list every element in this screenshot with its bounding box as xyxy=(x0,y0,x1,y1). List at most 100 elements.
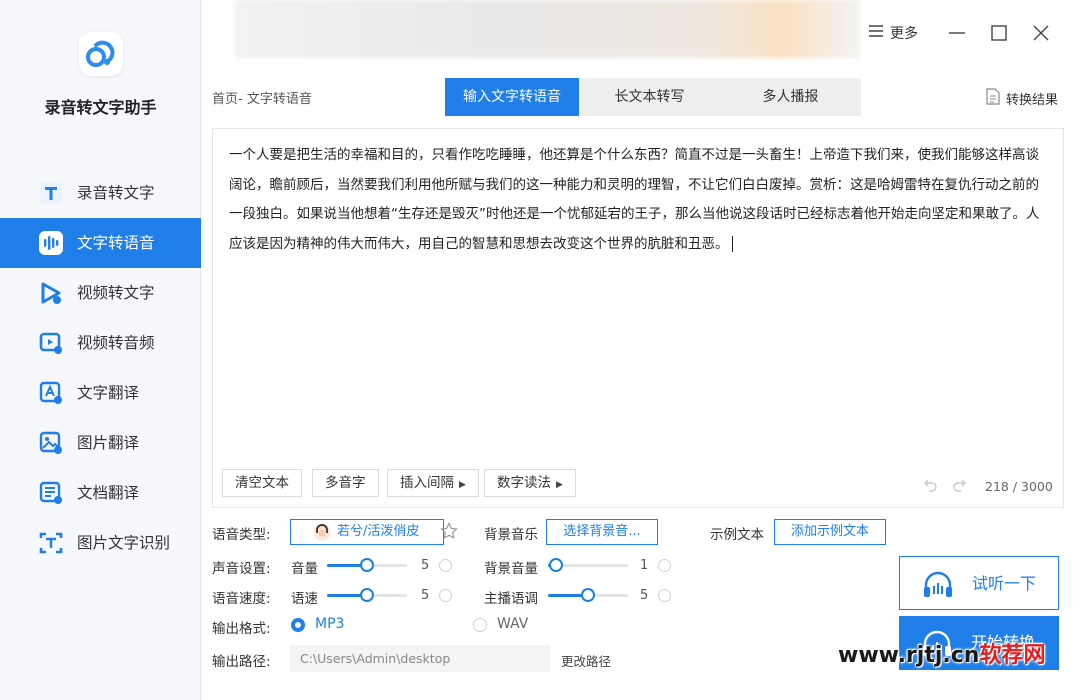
insert-pause-button[interactable]: 插入间隔 ▶ xyxy=(387,469,479,497)
slider-knob[interactable] xyxy=(549,558,563,572)
bg-music-label: 背景音乐 xyxy=(484,527,538,543)
favorite-star-icon[interactable] xyxy=(440,522,458,540)
slider-knob[interactable] xyxy=(581,588,595,602)
slider-knob[interactable] xyxy=(360,558,374,572)
headphones-icon xyxy=(922,570,954,598)
insert-pause-label: 插入间隔 xyxy=(400,475,454,491)
change-path-link[interactable]: 更改路径 xyxy=(561,651,611,670)
sidebar-item-image-translate[interactable]: 图片翻译 xyxy=(0,418,201,468)
sidebar-item-video-to-text[interactable]: 视频转文字 xyxy=(0,268,201,318)
redo-icon[interactable] xyxy=(951,477,967,493)
avatar-icon xyxy=(313,523,331,541)
tab-multi-speaker[interactable]: 多人播报 xyxy=(720,78,861,116)
top-banner xyxy=(235,0,860,58)
polyphone-button[interactable]: 多音字 xyxy=(312,469,379,497)
add-sample-text-button[interactable]: 添加示例文本 xyxy=(774,519,886,545)
undo-icon[interactable] xyxy=(923,477,939,493)
speed-slider[interactable] xyxy=(327,588,407,602)
sidebar-item-image-ocr[interactable]: 图片文字识别 xyxy=(0,518,201,568)
convert-result-label: 转换结果 xyxy=(1006,93,1059,108)
minimize-button[interactable] xyxy=(946,22,968,44)
sidebar-item-text-translate[interactable]: 文字翻译 xyxy=(0,368,201,418)
pitch-slider[interactable] xyxy=(548,588,628,602)
sidebar: 录音转文字助手 录音转文字 文字转语音 视频转文字 视频转音频 文字翻译 图片翻 xyxy=(0,0,201,700)
watermark-site: 软荐网 xyxy=(979,643,1046,668)
format-mp3-radio[interactable] xyxy=(291,618,305,632)
speed-row-label: 语音速度: xyxy=(212,591,271,607)
bg-volume-label: 背景音量 xyxy=(484,561,538,577)
format-wav-label: WAV xyxy=(497,616,529,632)
add-sample-text-label: 添加示例文本 xyxy=(790,524,869,539)
preview-label: 试听一下 xyxy=(972,574,1037,593)
preview-button[interactable]: 试听一下 xyxy=(899,556,1059,610)
menu-icon xyxy=(868,24,884,42)
watermark: www.rjtj.cn软荐网 xyxy=(838,640,1080,672)
watermark-domain: www.rjtj.cn xyxy=(838,643,980,668)
sidebar-item-audio-to-text[interactable]: 录音转文字 xyxy=(0,168,201,218)
char-count: 218 / 3000 xyxy=(985,479,1053,494)
polyphone-label: 多音字 xyxy=(325,475,366,491)
sidebar-item-video-to-audio[interactable]: 视频转音频 xyxy=(0,318,201,368)
volume-reset-icon[interactable] xyxy=(439,559,452,572)
sidebar-item-text-to-speech[interactable]: 文字转语音 xyxy=(0,218,201,268)
volume-slider[interactable] xyxy=(327,558,407,572)
bg-volume-reset-icon[interactable] xyxy=(658,559,671,572)
sidebar-item-label: 文字转语音 xyxy=(77,234,155,252)
clear-text-button[interactable]: 清空文本 xyxy=(222,469,302,497)
volume-label: 音量 xyxy=(291,561,318,577)
bg-music-button[interactable]: 选择背景音... xyxy=(546,519,658,545)
sidebar-item-document-translate[interactable]: 文档翻译 xyxy=(0,468,201,518)
more-menu-button[interactable]: 更多 xyxy=(868,22,918,44)
format-wav-radio[interactable] xyxy=(473,618,487,632)
image-translate-icon xyxy=(38,430,64,456)
text-editor[interactable]: 一个人要是把生活的幸福和目的，只看作吃吃睡睡，他还算是个什么东西？简直不过是一头… xyxy=(212,128,1064,508)
format-label: 输出格式: xyxy=(212,621,271,637)
editor-content: 一个人要是把生活的幸福和目的，只看作吃吃睡睡，他还算是个什么东西？简直不过是一头… xyxy=(229,147,1040,252)
more-label: 更多 xyxy=(890,26,918,42)
editor-textarea[interactable]: 一个人要是把生活的幸福和目的，只看作吃吃睡睡，他还算是个什么东西？简直不过是一头… xyxy=(229,141,1051,259)
sound-settings-label: 声音设置: xyxy=(212,561,271,577)
minimize-icon xyxy=(949,32,965,34)
volume-value: 5 xyxy=(421,558,430,573)
text-caret xyxy=(731,235,733,252)
pitch-reset-icon[interactable] xyxy=(658,589,671,602)
slider-knob[interactable] xyxy=(360,588,374,602)
sidebar-item-label: 视频转文字 xyxy=(77,284,155,302)
text-t-icon xyxy=(38,180,64,206)
triangle-right-icon: ▶ xyxy=(459,480,466,490)
voice-select-button[interactable]: 若兮/活泼俏皮 xyxy=(290,519,444,545)
clear-text-label: 清空文本 xyxy=(235,475,289,491)
output-path-input[interactable] xyxy=(290,645,550,672)
close-button[interactable] xyxy=(1030,22,1052,44)
speed-value: 5 xyxy=(421,588,430,603)
sample-text-label: 示例文本 xyxy=(710,527,764,543)
scan-text-icon xyxy=(38,530,64,556)
speed-reset-icon[interactable] xyxy=(439,589,452,602)
tab-long-text[interactable]: 长文本转写 xyxy=(579,78,720,116)
voice-type-label: 语音类型: xyxy=(212,527,271,543)
sidebar-item-label: 文档翻译 xyxy=(77,484,140,502)
sidebar-item-label: 录音转文字 xyxy=(77,184,155,202)
sidebar-item-label: 视频转音频 xyxy=(77,334,155,352)
audio-wave-icon xyxy=(38,230,64,256)
speed-label: 语速 xyxy=(291,591,318,607)
pitch-value: 5 xyxy=(640,588,649,603)
tab-text-to-speech[interactable]: 输入文字转语音 xyxy=(445,78,579,116)
triangle-right-icon: ▶ xyxy=(556,480,563,490)
path-label: 输出路径: xyxy=(212,654,271,670)
number-reading-button[interactable]: 数字读法 ▶ xyxy=(484,469,576,497)
app-logo-icon xyxy=(79,32,123,76)
bg-music-button-label: 选择背景音... xyxy=(563,524,641,539)
document-icon xyxy=(986,88,1000,109)
format-mp3-label: MP3 xyxy=(315,616,345,632)
document-translate-icon xyxy=(38,480,64,506)
sidebar-item-label: 图片翻译 xyxy=(77,434,140,452)
convert-result-button[interactable]: 转换结果 xyxy=(986,88,1058,109)
voice-name: 若兮/活泼俏皮 xyxy=(337,524,420,539)
sidebar-item-label: 文字翻译 xyxy=(77,384,140,402)
sidebar-item-label: 图片文字识别 xyxy=(77,534,171,552)
maximize-icon xyxy=(991,25,1007,41)
app-title: 录音转文字助手 xyxy=(44,98,157,117)
bg-volume-slider[interactable] xyxy=(548,558,628,572)
maximize-button[interactable] xyxy=(988,22,1010,44)
